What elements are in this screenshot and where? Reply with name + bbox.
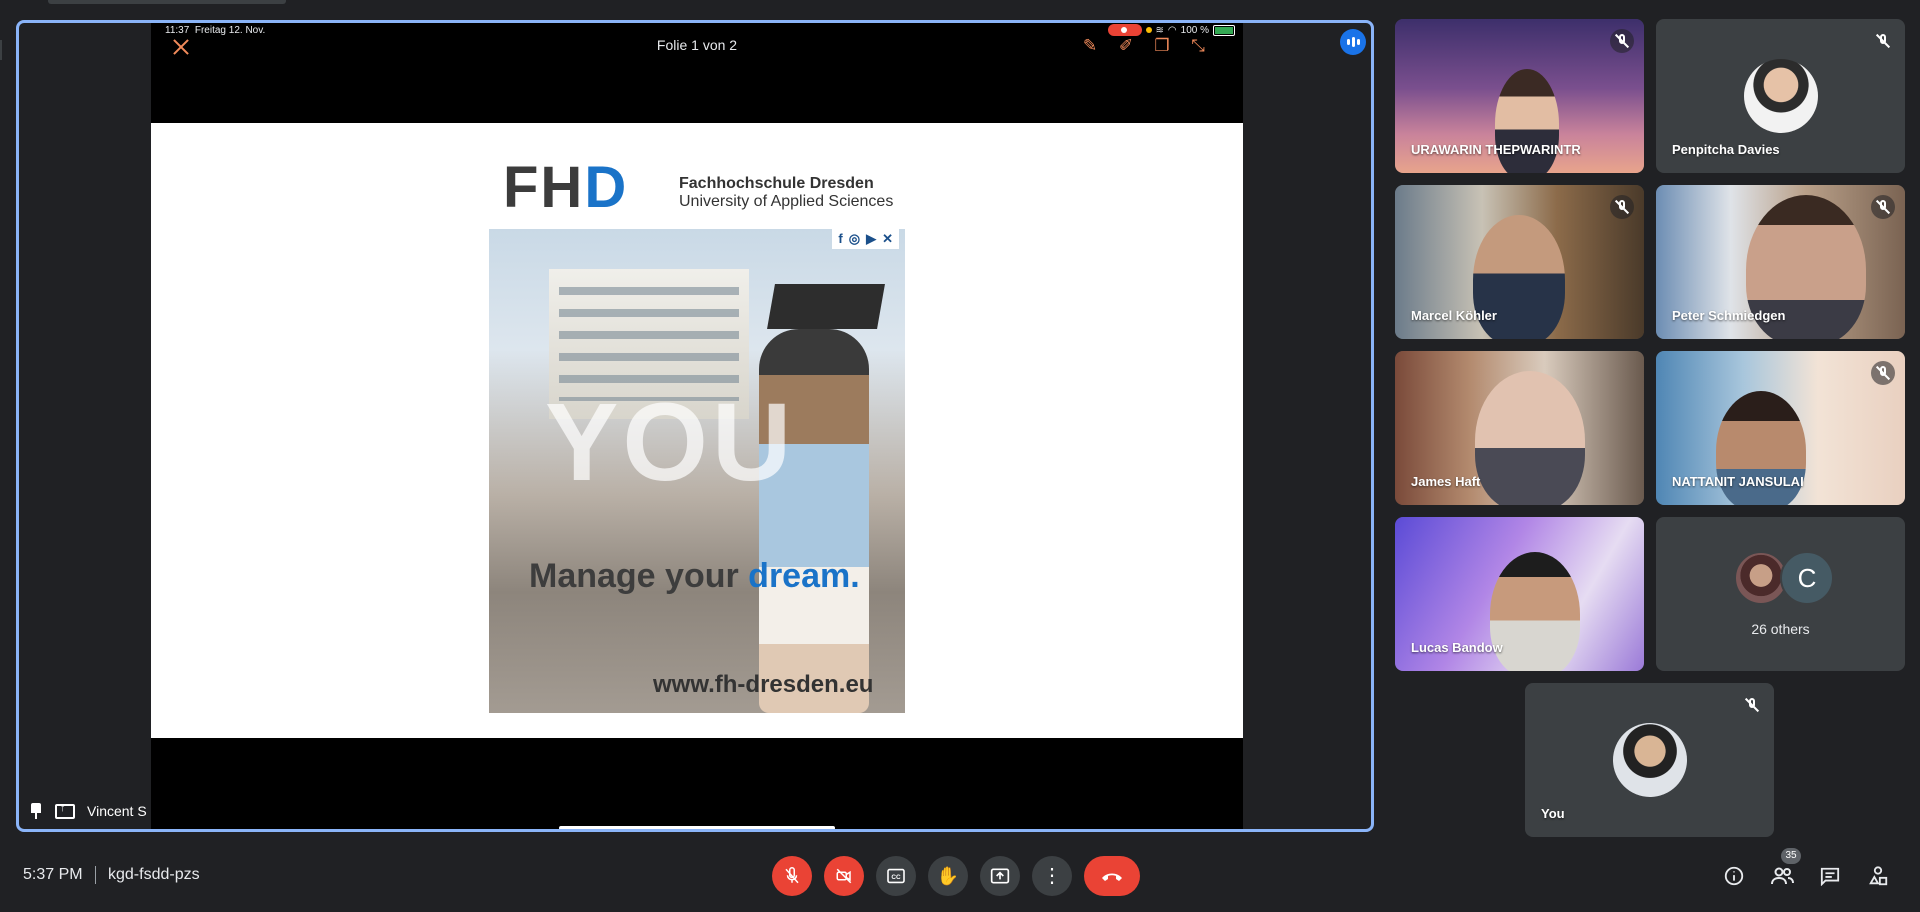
participant-name: Peter Schmiedgen [1672, 308, 1786, 323]
participant-name: Penpitcha Davies [1672, 142, 1780, 157]
others-tile[interactable]: C 26 others [1656, 517, 1905, 671]
info-icon [1724, 866, 1744, 886]
school-name: Fachhochschule Dresden [679, 175, 874, 192]
more-vert-icon: ⋮ [1042, 865, 1062, 887]
meeting-code: kgd-fsdd-pzs [108, 866, 200, 883]
instagram-icon: ◎ [848, 231, 861, 246]
school-name-block: Fachhochschule Dresden University of App… [679, 175, 893, 211]
window-edge [0, 40, 2, 60]
participant-tile[interactable]: Peter Schmiedgen [1656, 185, 1905, 339]
poster-tagline: Manage your dream. [529, 557, 860, 595]
pen-icon[interactable]: ✎ [1077, 33, 1103, 59]
facebook-icon: f [838, 231, 843, 246]
activities-icon [1869, 866, 1888, 886]
shared-screen: 11:37 Freitag 12. Nov. ≋ ◠ 100 % Folie 1… [151, 23, 1243, 829]
pen-settings-icon[interactable]: ✐ [1113, 33, 1139, 59]
battery-icon [1213, 24, 1235, 36]
camera-off-button[interactable] [824, 856, 864, 896]
participant-video [1495, 69, 1559, 173]
leave-call-button[interactable] [1084, 856, 1140, 896]
mic-off-icon [1871, 195, 1895, 219]
mic-off-icon [1610, 29, 1634, 53]
raise-hand-button[interactable]: ✋ [928, 856, 968, 896]
participant-count-badge: 35 [1781, 848, 1801, 864]
browser-tab-strip [48, 0, 286, 4]
pin-icon[interactable] [29, 803, 43, 819]
activities-button[interactable] [1864, 862, 1892, 890]
presenting-icon [55, 802, 75, 819]
poster-website: www.fh-dresden.eu [653, 671, 874, 698]
avatar [1612, 723, 1687, 797]
people-button[interactable] [1768, 862, 1796, 890]
present-now-button[interactable] [980, 856, 1020, 896]
videocam-off-icon [836, 868, 852, 884]
participant-name: Marcel Köhler [1411, 308, 1497, 323]
chat-button[interactable] [1816, 862, 1844, 890]
slide: FHD Fachhochschule Dresden University of… [151, 123, 1243, 738]
poster-image: f ◎ ▶ ✕ YOU Manage your dream. www.fh-dr… [489, 229, 905, 713]
youtube-icon: ▶ [866, 231, 877, 246]
captions-button[interactable]: CC [876, 856, 916, 896]
participant-tile[interactable]: James Haft [1395, 351, 1644, 505]
others-avatars: C [1734, 551, 1834, 605]
avatar [1743, 59, 1818, 133]
school-subtitle: University of Applied Sciences [679, 193, 894, 210]
participant-tile[interactable]: URAWARIN THEPWARINTR [1395, 19, 1644, 173]
more-options-button[interactable]: ⋮ [1032, 856, 1072, 896]
participant-video [1490, 552, 1580, 671]
presenter-name: Vincent S [87, 803, 147, 819]
people-icon [1771, 867, 1794, 885]
fhd-logo: FHD [503, 155, 629, 220]
chat-icon [1820, 867, 1840, 886]
mic-off-icon [1871, 29, 1895, 53]
participant-tile[interactable]: Lucas Bandow [1395, 517, 1644, 671]
presentation-stage[interactable]: 11:37 Freitag 12. Nov. ≋ ◠ 100 % Folie 1… [16, 20, 1374, 832]
avatar-initial: C [1780, 551, 1834, 605]
presenter-label: Vincent S [29, 802, 147, 819]
home-indicator [559, 826, 835, 829]
poster-headline: YOU [545, 381, 796, 504]
windows-icon[interactable]: ❐ [1149, 33, 1175, 59]
minimize-icon[interactable]: ⤡ [1185, 33, 1211, 59]
mic-off-icon [1610, 195, 1634, 219]
social-links: f ◎ ▶ ✕ [832, 229, 899, 249]
mic-off-icon [785, 867, 799, 884]
participant-name: James Haft [1411, 474, 1481, 489]
participant-name: NATTANIT JANSULAI [1672, 474, 1804, 489]
xing-icon: ✕ [882, 231, 893, 246]
others-count: 26 others [1751, 621, 1810, 637]
participant-tile[interactable]: Marcel Köhler [1395, 185, 1644, 339]
participant-tile[interactable]: NATTANIT JANSULAI [1656, 351, 1905, 505]
participant-name: Lucas Bandow [1411, 640, 1503, 655]
raise-hand-icon: ✋ [936, 865, 960, 886]
svg-text:CC: CC [891, 874, 901, 881]
graduation-cap-illustration [767, 284, 885, 329]
mic-off-icon [1871, 361, 1895, 385]
self-tile[interactable]: You [1525, 683, 1774, 837]
divider [95, 866, 96, 884]
mic-off-icon [1740, 693, 1764, 717]
mic-off-button[interactable] [772, 856, 812, 896]
self-name: You [1541, 806, 1565, 821]
participant-name: URAWARIN THEPWARINTR [1411, 142, 1581, 157]
call-end-icon [1102, 873, 1122, 881]
captions-icon: CC [887, 868, 905, 884]
meeting-time: 5:37 PM [23, 866, 83, 883]
meeting-details-button[interactable] [1720, 862, 1748, 890]
participant-video [1475, 371, 1585, 505]
participant-tile[interactable]: Penpitcha Davies [1656, 19, 1905, 173]
audio-level-icon [1340, 29, 1366, 55]
present-now-icon [990, 868, 1010, 884]
